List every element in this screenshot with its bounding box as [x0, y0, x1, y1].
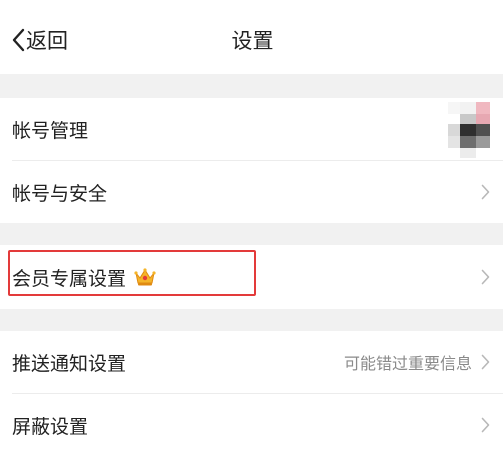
page-title: 设置: [231, 29, 274, 53]
member-settings-label: 会员专属设置: [12, 267, 127, 290]
push-notification-hint: 可能错过重要信息: [343, 354, 472, 373]
push-notification-label: 推送通知设置: [12, 352, 127, 375]
push-notification-row[interactable]: 推送通知设置 可能错过重要信息: [0, 331, 503, 393]
account-management-label: 帐号管理: [12, 119, 89, 142]
member-settings-label-group: 会员专属设置: [12, 264, 156, 291]
chevron-right-icon: [481, 269, 490, 285]
account-security-label: 帐号与安全: [12, 182, 108, 205]
account-security-row[interactable]: 帐号与安全: [0, 161, 503, 223]
nav-bar: 返回 设置: [0, 0, 503, 74]
block-settings-label: 屏蔽设置: [12, 415, 89, 438]
member-settings-row[interactable]: 会员专属设置: [0, 245, 503, 309]
section-separator: [0, 74, 503, 98]
account-management-row[interactable]: 帐号管理: [0, 98, 503, 160]
settings-screen: 返回 设置 帐号管理 帐号与安全 会员专属设置 推送通知设置 可能错过重要信息 …: [0, 0, 503, 470]
block-settings-row[interactable]: 屏蔽设置: [0, 394, 503, 456]
crown-icon: [134, 268, 156, 286]
section-separator: [0, 223, 503, 245]
chevron-right-icon: [481, 354, 490, 370]
chevron-right-icon: [481, 417, 490, 433]
section-separator: [0, 309, 503, 331]
avatar[interactable]: [438, 102, 490, 158]
chevron-right-icon: [481, 184, 490, 200]
